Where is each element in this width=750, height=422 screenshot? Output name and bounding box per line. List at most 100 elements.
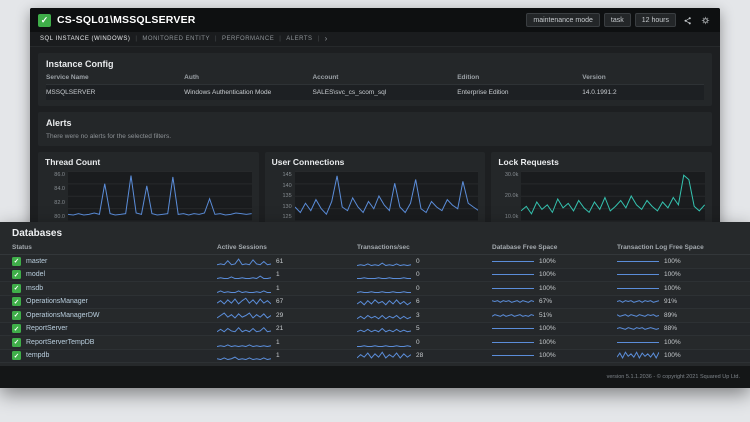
y-tick: 140 xyxy=(282,183,291,189)
y-axis-labels: 86.0 84.0 82.0 80.0 xyxy=(45,171,65,221)
table-row[interactable]: ✓ OperationsManager 67 6 67% 91% xyxy=(0,296,750,310)
alerts-title: Alerts xyxy=(46,118,704,128)
sparkline xyxy=(492,311,534,320)
col-version: Version xyxy=(582,74,704,81)
table-row[interactable]: ✓ tempdb 1 28 100% 100% xyxy=(0,350,750,364)
transactions-cell: 0 xyxy=(357,257,492,266)
status-ok-icon: ✓ xyxy=(12,270,21,279)
y-axis-labels: 145 140 135 130 125 xyxy=(272,171,292,221)
database-name[interactable]: msdb xyxy=(26,285,43,292)
lock-requests-plot xyxy=(521,171,705,221)
database-name[interactable]: ReportServer xyxy=(26,325,68,332)
gear-icon[interactable] xyxy=(698,13,712,27)
table-row[interactable]: ✓ OperationsManagerDW 29 3 51% 89% xyxy=(0,309,750,323)
log-free-space-cell: 100% xyxy=(617,257,738,266)
status-ok-icon: ✓ xyxy=(12,351,21,360)
db-free-space-value: 67% xyxy=(539,298,552,305)
sparkline xyxy=(617,284,659,293)
transactions-value: 6 xyxy=(416,298,420,305)
sparkline xyxy=(357,351,411,360)
sparkline xyxy=(217,257,271,266)
sparkline xyxy=(492,351,534,360)
sparkline xyxy=(617,351,659,360)
log-free-space-value: 100% xyxy=(664,352,681,359)
sparkline xyxy=(357,311,411,320)
sparkline xyxy=(492,338,534,347)
sparkline xyxy=(357,324,411,333)
database-name[interactable]: OperationsManagerDW xyxy=(26,312,100,319)
chart-line xyxy=(68,171,252,221)
share-icon[interactable] xyxy=(680,13,694,27)
chevron-right-icon[interactable]: › xyxy=(325,35,328,43)
database-name[interactable]: ReportServerTempDB xyxy=(26,339,94,346)
log-free-space-value: 100% xyxy=(664,258,681,265)
sparkline xyxy=(217,311,271,320)
nav-separator: | xyxy=(135,36,137,42)
database-name[interactable]: model xyxy=(26,271,45,278)
timerange-button[interactable]: 12 hours xyxy=(635,13,676,27)
header-bar: ✓ CS-SQL01\MSSQLSERVER maintenance mode … xyxy=(30,8,720,32)
alerts-empty-message: There were no alerts for the selected fi… xyxy=(46,133,704,140)
sparkline xyxy=(217,351,271,360)
database-name[interactable]: tempdb xyxy=(26,352,49,359)
table-row[interactable]: ✓ master 61 0 100% 100% xyxy=(0,255,750,269)
status-ok-icon: ✓ xyxy=(12,324,21,333)
nav-performance[interactable]: PERFORMANCE xyxy=(222,36,274,42)
col-account: Account xyxy=(312,74,457,81)
active-sessions-cell: 21 xyxy=(217,324,357,333)
y-axis-labels: 30.0k 20.0k 10.0k xyxy=(498,171,518,221)
databases-panel: Databases Status Active Sessions Transac… xyxy=(0,222,750,388)
sparkline xyxy=(617,297,659,306)
databases-table-body: ✓ master 61 0 100% 100% ✓ model 1 0 100% xyxy=(0,255,750,363)
log-free-space-cell: 100% xyxy=(617,284,738,293)
col-db-free-space: Database Free Space xyxy=(492,244,617,251)
instance-config-header: Service Name Auth Account Edition Versio… xyxy=(46,74,704,84)
y-tick: 135 xyxy=(282,193,291,199)
transactions-value: 0 xyxy=(416,339,420,346)
y-tick: 10.0k xyxy=(505,214,518,220)
sparkline xyxy=(492,297,534,306)
page: ✓ CS-SQL01\MSSQLSERVER maintenance mode … xyxy=(0,0,750,422)
nav-separator: | xyxy=(279,36,281,42)
y-tick: 86.0 xyxy=(54,172,65,178)
sparkline xyxy=(357,297,411,306)
table-row[interactable]: ✓ model 1 0 100% 100% xyxy=(0,269,750,283)
transactions-cell: 0 xyxy=(357,270,492,279)
task-button[interactable]: task xyxy=(604,13,631,27)
chart-line xyxy=(295,171,479,221)
nav-separator: | xyxy=(215,36,217,42)
nav-monitored-entity[interactable]: MONITORED ENTITY xyxy=(142,36,210,42)
col-active-sessions: Active Sessions xyxy=(217,244,357,251)
transactions-value: 28 xyxy=(416,352,423,359)
table-row[interactable]: ✓ ReportServer 21 5 100% 88% xyxy=(0,323,750,337)
table-row[interactable]: ✓ ReportServerTempDB 1 0 100% 100% xyxy=(0,336,750,350)
health-ok-icon: ✓ xyxy=(38,14,51,27)
sparkline xyxy=(617,270,659,279)
account-value: SALES\svc_cs_scom_sql xyxy=(312,89,457,96)
db-free-space-cell: 51% xyxy=(492,311,617,320)
database-name[interactable]: master xyxy=(26,258,47,265)
chart-title: User Connections xyxy=(272,157,479,167)
active-sessions-value: 1 xyxy=(276,271,280,278)
y-tick: 130 xyxy=(282,204,291,210)
page-title: CS-SQL01\MSSQLSERVER xyxy=(57,14,196,26)
transactions-value: 5 xyxy=(416,325,420,332)
version-value: 14.0.1991.2 xyxy=(582,89,704,96)
maintenance-mode-button[interactable]: maintenance mode xyxy=(526,13,600,27)
log-free-space-value: 100% xyxy=(664,271,681,278)
database-name[interactable]: OperationsManager xyxy=(26,298,88,305)
y-tick: 20.0k xyxy=(505,193,518,199)
log-free-space-cell: 89% xyxy=(617,311,738,320)
nav-sql-instance[interactable]: SQL INSTANCE (WINDOWS) xyxy=(40,36,130,42)
sparkline xyxy=(492,270,534,279)
chart-user-connections: User Connections 145 140 135 130 125 03 … xyxy=(265,152,486,233)
table-row[interactable]: ✓ msdb 1 0 100% 100% xyxy=(0,282,750,296)
y-tick: 145 xyxy=(282,172,291,178)
db-free-space-value: 100% xyxy=(539,258,556,265)
db-free-space-value: 100% xyxy=(539,285,556,292)
nav-alerts[interactable]: ALERTS xyxy=(286,36,312,42)
active-sessions-value: 1 xyxy=(276,352,280,359)
sparkline xyxy=(217,284,271,293)
sparkline xyxy=(357,284,411,293)
active-sessions-value: 1 xyxy=(276,339,280,346)
